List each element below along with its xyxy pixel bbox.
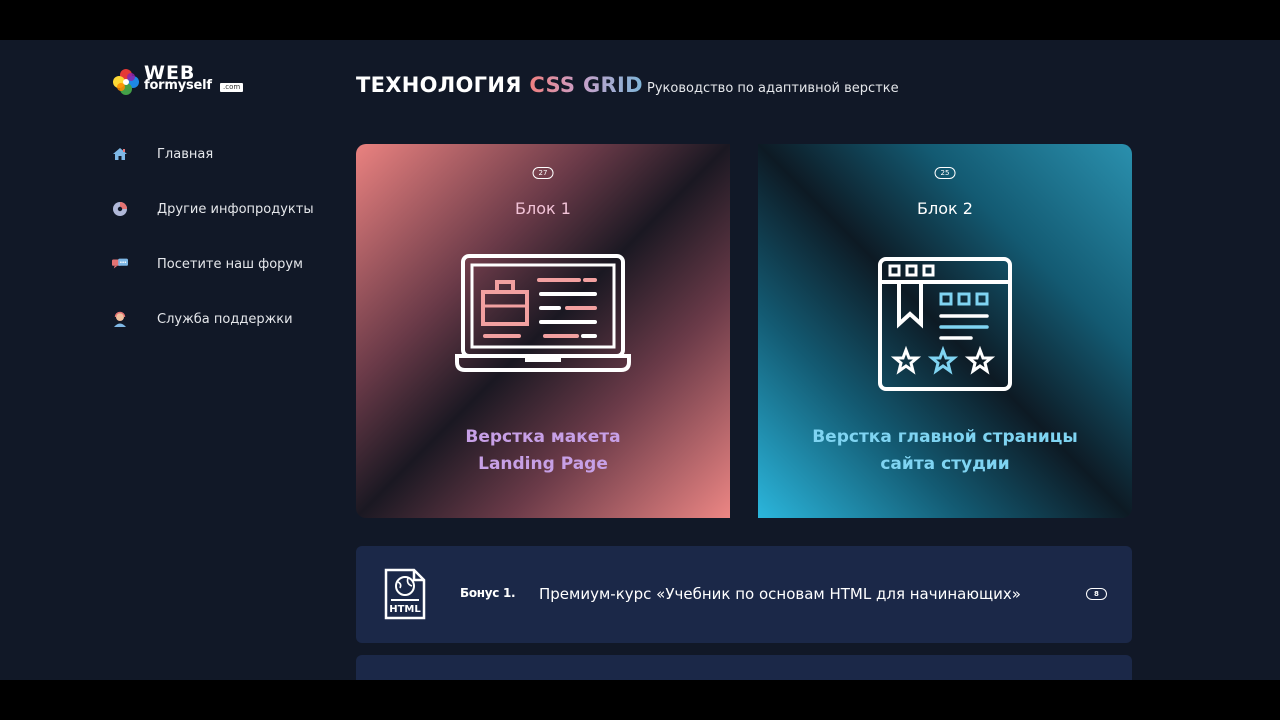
logo-flower-icon — [113, 69, 139, 95]
home-icon — [112, 146, 128, 162]
card-description: Верстка главной страницы сайта студии — [758, 424, 1132, 478]
sidebar-item-forum[interactable]: Посетите наш форум — [112, 254, 332, 274]
sidebar-item-infoproducts[interactable]: Другие инфопродукты — [112, 199, 332, 219]
sidebar-item-label: Другие инфопродукты — [157, 201, 314, 217]
page-subtitle: Руководство по адаптивной верстке — [647, 81, 899, 96]
card-label: Блок 2 — [917, 199, 973, 218]
support-agent-icon — [112, 311, 128, 327]
html-file-icon: HTML — [384, 568, 426, 620]
logo-com-text: .com — [220, 83, 244, 92]
card-description-line-1: Верстка макета — [465, 427, 621, 447]
card-description-line-2: сайта студии — [880, 454, 1010, 474]
title-part-1: ТЕХНОЛОГИЯ — [356, 73, 522, 97]
bonus-row[interactable]: HTML Бонус 1. Премиум-курс «Учебник по о… — [356, 546, 1132, 643]
svg-text:HTML: HTML — [389, 604, 421, 615]
lesson-count-badge: 27 — [532, 167, 554, 179]
card-description-line-1: Верстка главной страницы — [812, 427, 1078, 447]
bonus-number: Бонус 1. — [460, 586, 516, 600]
sidebar-item-label: Посетите наш форум — [157, 256, 303, 272]
page-title: ТЕХНОЛОГИЯ CSS GRID — [356, 73, 643, 97]
logo-formyself-text: formyself — [144, 78, 212, 93]
sidebar-nav: Главная Другие инфопродукты Посетите наш… — [112, 144, 332, 364]
title-part-2: CSS GRID — [529, 73, 643, 97]
sidebar-item-home[interactable]: Главная — [112, 144, 332, 164]
block-card-2[interactable]: 25 Блок 2 Верстка главной страницы сайта… — [758, 144, 1132, 518]
chat-icon — [112, 256, 128, 272]
sidebar-item-label: Главная — [157, 146, 214, 162]
sidebar-item-support[interactable]: Служба поддержки — [112, 309, 332, 329]
laptop-layout-icon — [455, 254, 631, 372]
sidebar-item-label: Служба поддержки — [157, 311, 293, 327]
bonus-title: Премиум-курс «Учебник по основам HTML дл… — [539, 585, 1021, 603]
card-label: Блок 1 — [515, 199, 571, 218]
browser-rating-icon — [878, 257, 1012, 391]
block-card-1[interactable]: 27 Блок 1 Верстка макета Landing Page — [356, 144, 730, 518]
bonus-row[interactable] — [356, 655, 1132, 680]
disc-icon — [112, 201, 128, 217]
card-description: Верстка макета Landing Page — [356, 424, 730, 478]
lesson-count-badge: 8 — [1086, 588, 1107, 600]
page: WEB formyself .com Главная Другие инфопр… — [0, 40, 1280, 680]
site-logo[interactable]: WEB formyself .com — [112, 62, 252, 98]
card-description-line-2: Landing Page — [478, 454, 608, 474]
lesson-count-badge: 25 — [934, 167, 956, 179]
